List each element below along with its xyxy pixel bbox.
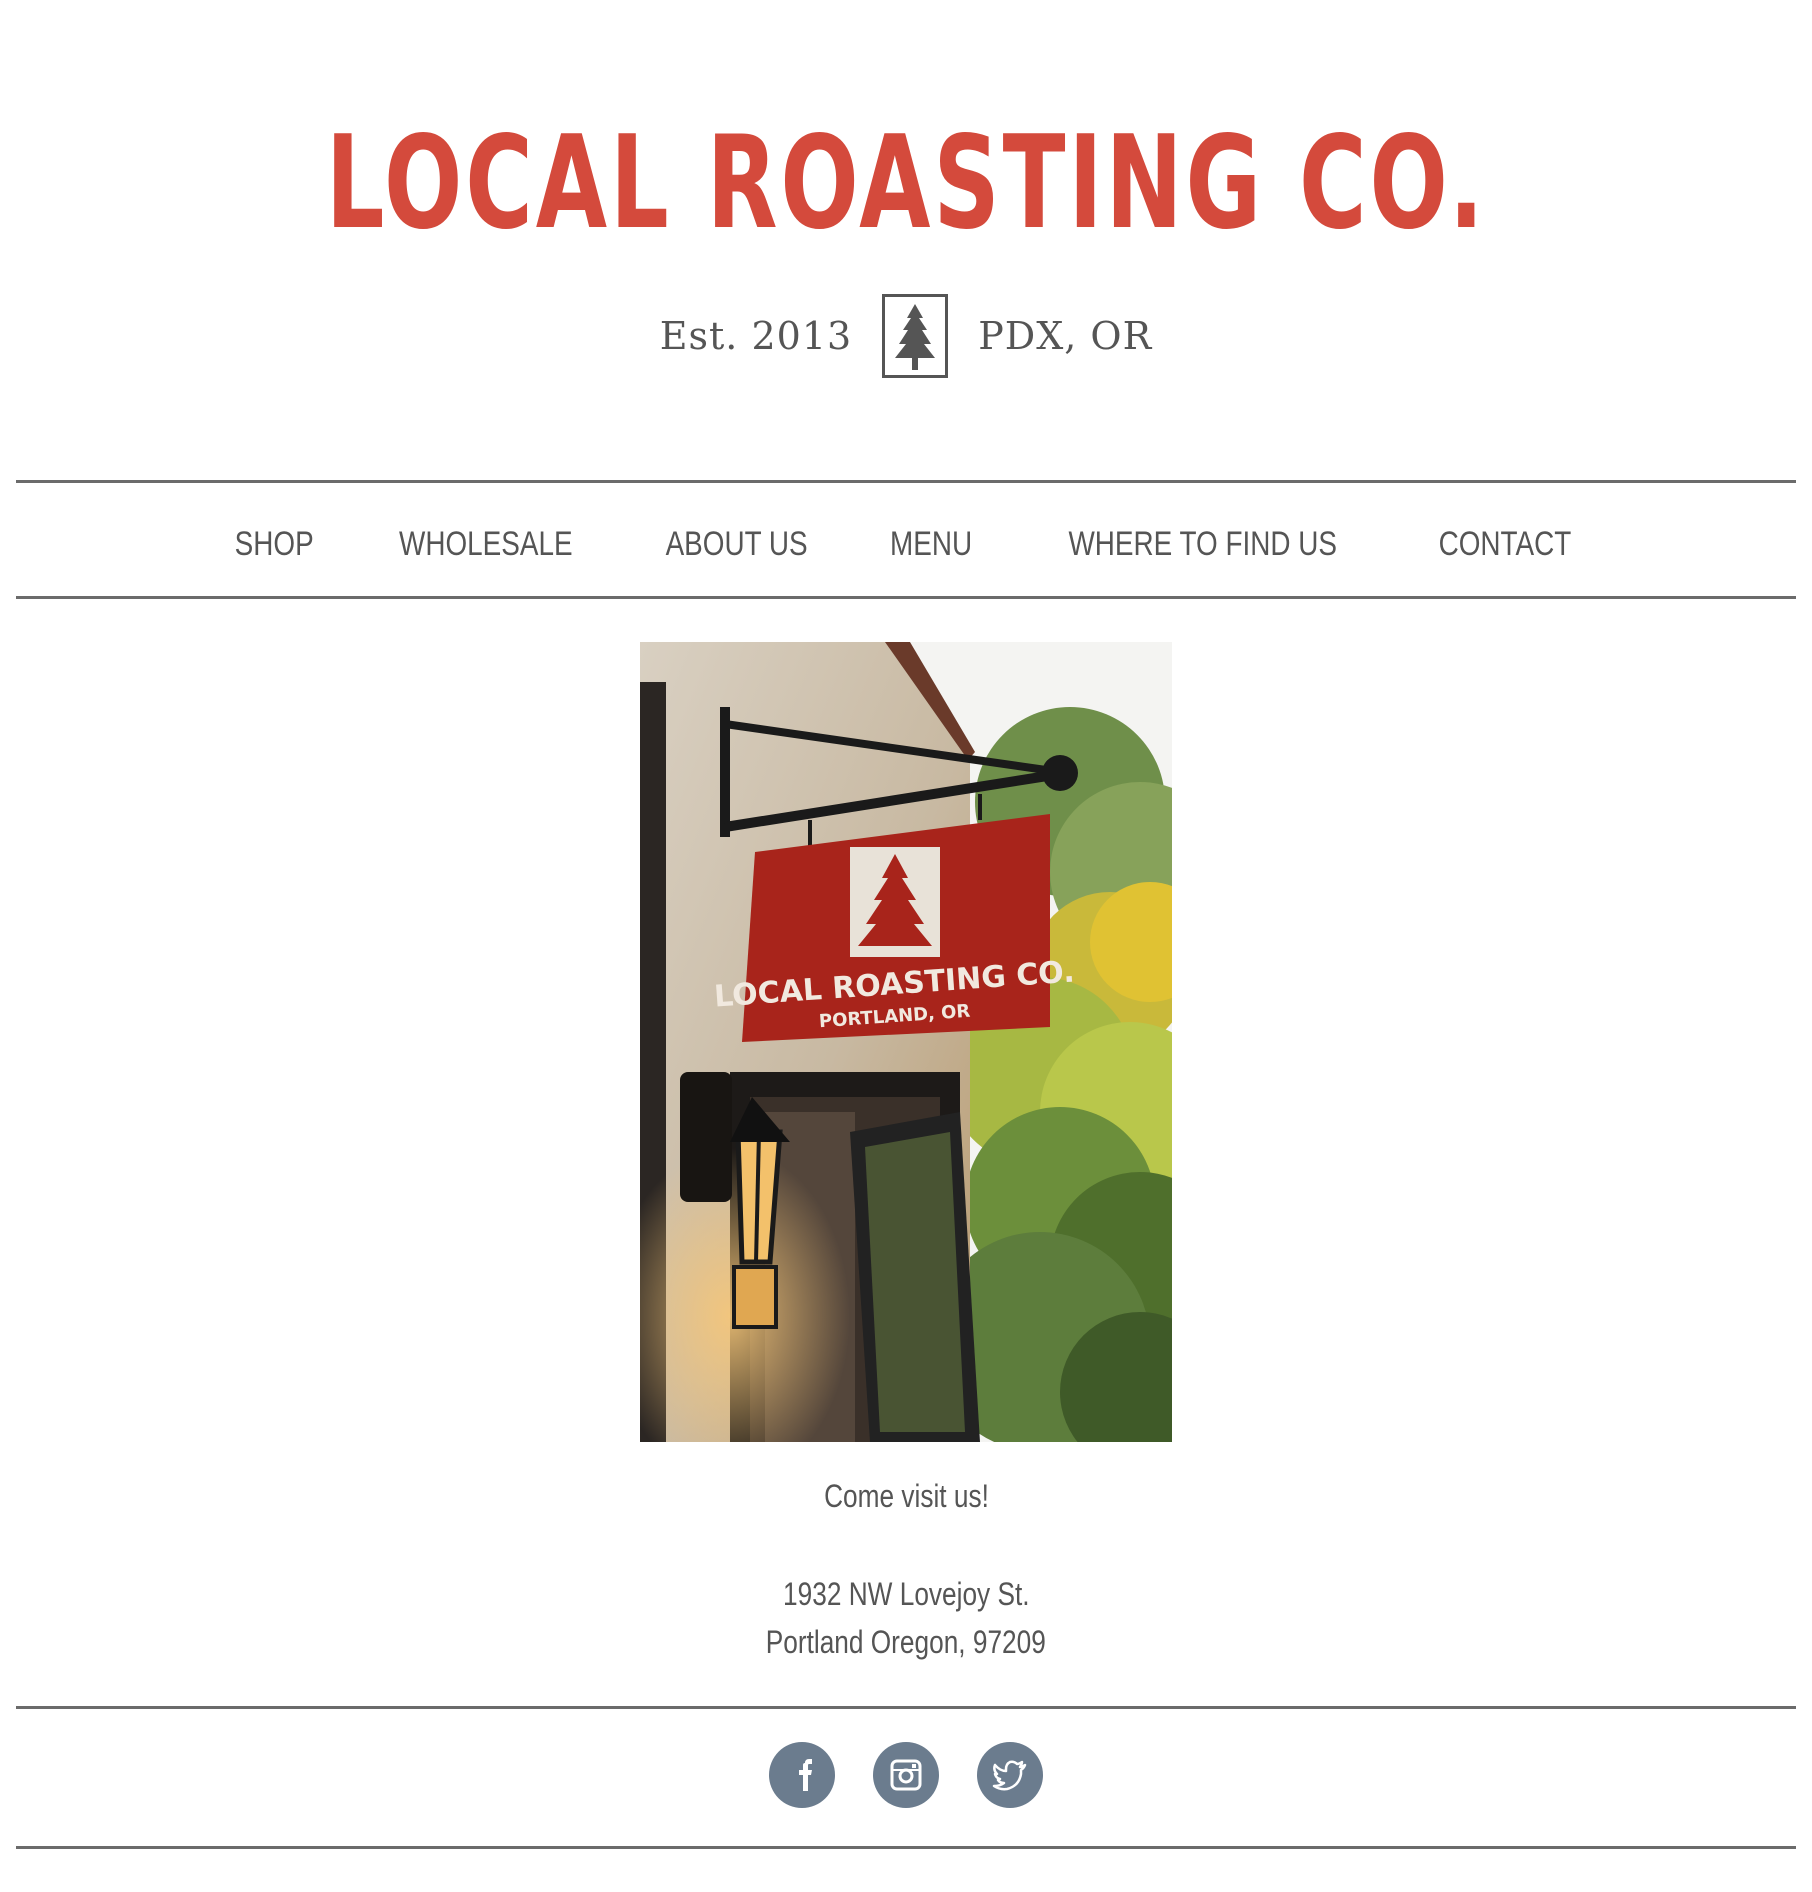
twitter-icon[interactable]	[977, 1742, 1043, 1808]
facebook-icon[interactable]	[769, 1742, 835, 1808]
visit-heading: Come visit us!	[0, 1478, 1812, 1515]
storefront-photo: LOCAL ROASTING CO. PORTLAND, OR	[640, 642, 1172, 1442]
address-line-1-text: 1932 NW Lovejoy St.	[782, 1576, 1030, 1612]
address-line-2-text: Portland Oregon, 97209	[765, 1624, 1047, 1660]
address-line-2: Portland Oregon, 97209	[0, 1624, 1812, 1661]
visit-heading-text: Come visit us!	[823, 1478, 989, 1514]
footer-bottom-divider	[16, 1846, 1796, 1849]
social-links	[0, 1742, 1812, 1808]
location-text: PDX, OR	[978, 314, 1153, 358]
nav-item-shop[interactable]: SHOP	[211, 525, 338, 564]
established-text: Est. 2013	[659, 314, 853, 358]
nav-item-wholesale[interactable]: WHOLESALE	[375, 525, 596, 564]
address-line-1: 1932 NW Lovejoy St.	[0, 1576, 1812, 1613]
instagram-icon[interactable]	[873, 1742, 939, 1808]
nav-item-contact[interactable]: CONTACT	[1415, 525, 1595, 564]
main-nav: SHOP WHOLESALE ABOUT US MENU WHERE TO FI…	[0, 486, 1812, 602]
site-logo[interactable]: LOCAL ROASTING CO.	[0, 120, 1812, 248]
nav-item-where-to-find-us[interactable]: WHERE TO FIND US	[1045, 525, 1361, 564]
nav-item-about-us[interactable]: ABOUT US	[642, 525, 832, 564]
logo-tagline: Est. 2013 PDX, OR	[0, 290, 1812, 382]
logo-title[interactable]: LOCAL ROASTING CO.	[326, 120, 1487, 248]
nav-top-divider	[16, 480, 1796, 483]
nav-bottom-divider	[16, 596, 1796, 599]
nav-item-menu[interactable]: MENU	[866, 525, 996, 564]
footer-top-divider	[16, 1706, 1796, 1709]
pine-tree-icon	[882, 294, 949, 378]
